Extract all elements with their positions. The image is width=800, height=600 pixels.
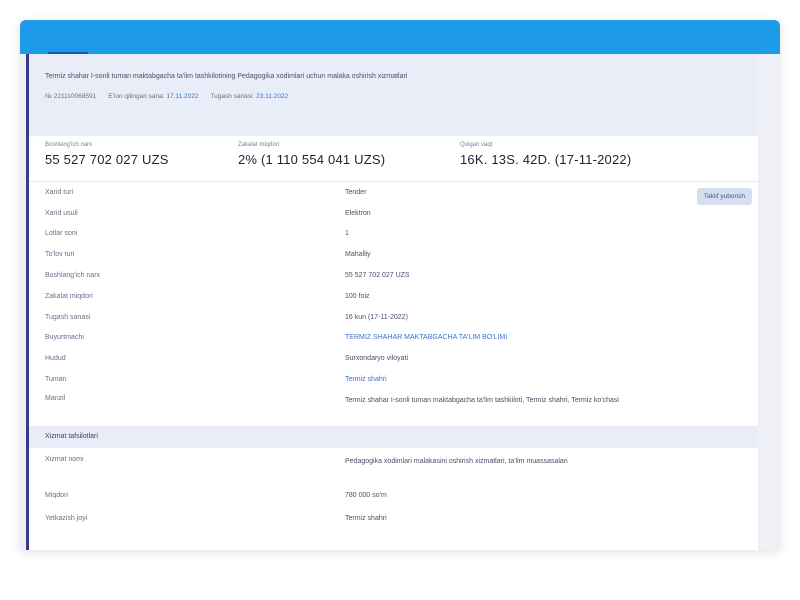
detail-row: Miqdori 780 000 so'm: [45, 484, 742, 507]
detail-row: Boshlang'ich narx 55 527 702 027 UZS: [45, 265, 742, 286]
detail-key: Zakalat miqdori: [45, 292, 93, 300]
section-title: Xizmat tafsilotlari: [29, 425, 758, 448]
detail-key: Boshlang'ich narx: [45, 272, 101, 280]
stats-bar: Boshlang'ich narx 55 527 702 027 UZS Zak…: [29, 136, 758, 182]
detail-key: Hudud: [45, 355, 66, 363]
detail-value: Termiz shahar I-sonli tuman maktabgacha …: [345, 396, 619, 404]
detail-row: Xizmat nomi Pedagogika xodimlari malakasi…: [45, 448, 742, 484]
detail-row: Manzil Termiz shahar I-sonli tuman maktab…: [45, 390, 742, 422]
detail-row: Hudud Surxondaryo viloyati: [45, 348, 742, 369]
detail-row: Xarid turi Tender: [45, 182, 742, 203]
detail-row: To'lov turi Mahalliy: [45, 244, 742, 265]
app-window: Termiz shahar I-sonli tuman maktabgacha …: [20, 20, 780, 550]
stat-start-price: Boshlang'ich narx 55 527 702 027 UZS: [45, 142, 169, 167]
top-bar: [20, 20, 780, 54]
detail-key: Buyurtmachi: [45, 334, 84, 342]
detail-row: Yetkazish joyi Termiz shahri: [45, 507, 742, 530]
tender-header: Termiz shahar I-sonli tuman maktabgacha …: [29, 54, 758, 136]
stat-time-left: Qolgan vaqt 16K. 13S. 42D. (17-11-2022): [460, 142, 632, 167]
submit-offer-button[interactable]: Taklif yuborish: [696, 188, 752, 205]
detail-value: 16 kun (17-11-2022): [345, 313, 408, 321]
tender-meta: № 221110068591 Eʻlon qilingan sana: 17.1…: [45, 93, 742, 100]
published-date: Eʻlon qilingan sana: 17.11.2022: [108, 93, 199, 100]
detail-value: 780 000 so'm: [345, 491, 387, 499]
detail-value: Surxondaryo viloyati: [345, 355, 409, 363]
detail-value: Mahalliy: [345, 251, 371, 259]
detail-value-link[interactable]: TERMIZ SHAHAR MAKTABGACHA TA'LIM BO'LIMI: [345, 334, 507, 341]
detail-value: Tender: [345, 188, 367, 196]
detail-row: Zakalat miqdori 100 foiz: [45, 286, 742, 307]
detail-key: Xarid turi: [45, 188, 74, 196]
detail-row: Lotlar soni 1: [45, 224, 742, 245]
detail-key: Tugash sanasi: [45, 313, 91, 321]
detail-key: Xizmat nomi: [45, 455, 84, 463]
detail-key: Yetkazish joyi: [45, 514, 88, 522]
detail-value: Elektron: [345, 209, 371, 217]
detail-row: Buyurtmachi TERMIZ SHAHAR MAKTABGACHA TA'…: [45, 328, 742, 349]
detail-value: Termiz shahri: [345, 514, 387, 522]
detail-value: Pedagogika xodimlari malakasini oshirish…: [345, 457, 568, 465]
detail-key: Manzil: [45, 394, 66, 402]
detail-value: 100 foiz: [345, 292, 370, 300]
detail-row: Tuman Termiz shahri: [45, 369, 742, 390]
stat-deposit: Zakalat miqdori 2% (1 110 554 041 UZS): [238, 142, 386, 167]
end-date: Tugash sanasi: 23.11.2022: [210, 93, 289, 100]
detail-key: Tuman: [45, 376, 67, 384]
detail-row: Xarid usuli Elektron: [45, 203, 742, 224]
tender-id: № 221110068591: [45, 93, 97, 100]
detail-key: Lotlar soni: [45, 230, 78, 238]
detail-key: To'lov turi: [45, 251, 75, 259]
details-list: Taklif yuborish Xarid turi Tender Xarid us…: [29, 182, 758, 422]
detail-value-link[interactable]: Termiz shahri: [345, 376, 387, 383]
detail-value: 1: [345, 230, 349, 238]
detail-key: Miqdori: [45, 491, 68, 499]
tender-description: Termiz shahar I-sonli tuman maktabgacha …: [45, 73, 408, 80]
detail-key: Xarid usuli: [45, 209, 78, 217]
detail-row: Tugash sanasi 16 kun (17-11-2022): [45, 307, 742, 328]
tender-card: Termiz shahar I-sonli tuman maktabgacha …: [26, 54, 758, 550]
details-list-2: Xizmat nomi Pedagogika xodimlari malakasi…: [29, 448, 758, 530]
detail-value: 55 527 702 027 UZS: [345, 272, 410, 280]
